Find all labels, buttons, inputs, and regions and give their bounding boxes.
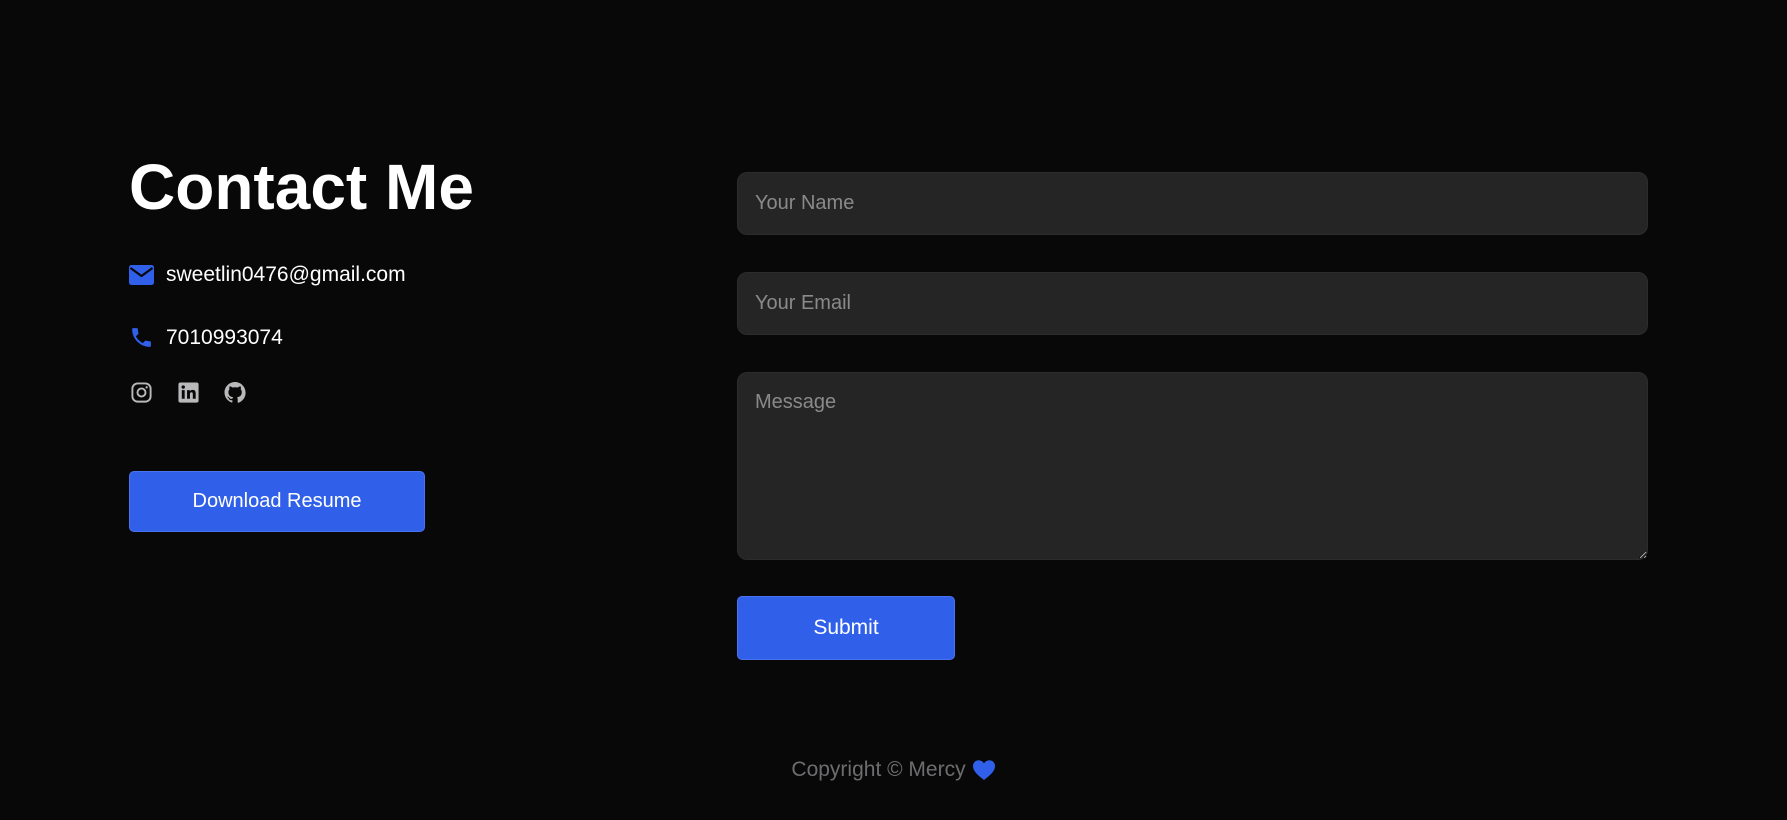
download-resume-button[interactable]: Download Resume xyxy=(129,471,425,532)
phone-row: 7010993074 xyxy=(129,325,283,350)
email-row: sweetlin0476@gmail.com xyxy=(129,262,406,287)
github-icon[interactable] xyxy=(223,380,247,404)
contact-info-section: Contact Me sweetlin0476@gmail.com 701099… xyxy=(129,150,629,532)
copyright-text: Copyright © Mercy xyxy=(791,758,966,781)
email-input[interactable] xyxy=(737,272,1648,335)
email-text: sweetlin0476@gmail.com xyxy=(166,262,406,286)
envelope-icon xyxy=(129,262,154,287)
footer: Copyright © Mercy xyxy=(0,758,1787,782)
contact-page: Contact Me sweetlin0476@gmail.com 701099… xyxy=(0,0,1787,820)
message-textarea[interactable] xyxy=(737,372,1648,560)
social-links xyxy=(129,380,247,404)
name-input[interactable] xyxy=(737,172,1648,235)
linkedin-icon[interactable] xyxy=(176,380,200,404)
page-title: Contact Me xyxy=(129,151,474,223)
instagram-icon[interactable] xyxy=(129,380,153,404)
heart-icon xyxy=(972,759,996,781)
submit-button[interactable]: Submit xyxy=(737,596,955,660)
phone-text: 7010993074 xyxy=(166,325,283,349)
phone-icon xyxy=(129,325,154,350)
